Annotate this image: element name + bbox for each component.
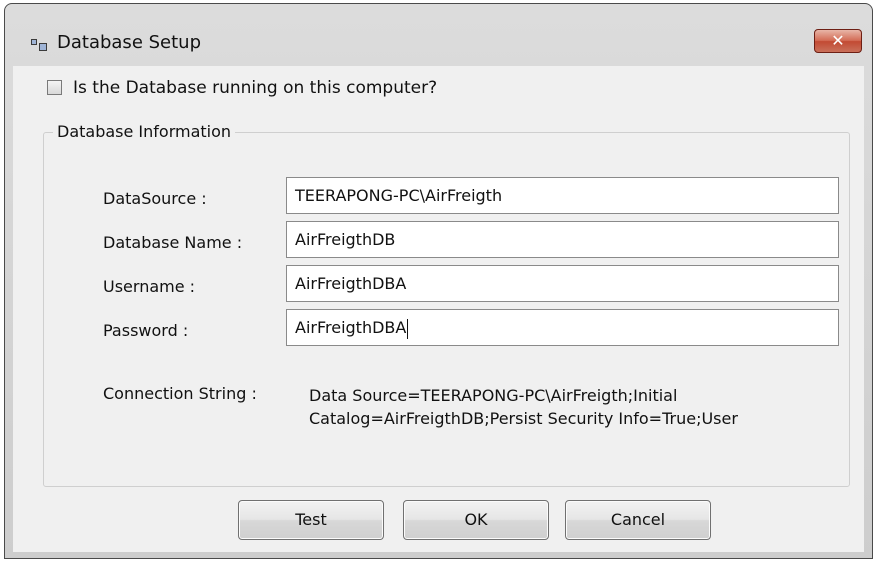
connection-string-label: Connection String :	[103, 384, 257, 403]
ok-button[interactable]: OK	[403, 500, 549, 540]
test-button[interactable]: Test	[238, 500, 384, 540]
database-name-field[interactable]: AirFreigthDB	[286, 221, 839, 258]
connection-string-value: Data Source=TEERAPONG-PC\AirFreigth;Init…	[309, 386, 738, 428]
password-label: Password :	[103, 321, 189, 340]
username-field[interactable]: AirFreigthDBA	[286, 265, 839, 302]
database-information-legend: Database Information	[53, 122, 236, 141]
datasource-field[interactable]: TEERAPONG-PC\AirFreigth	[286, 177, 839, 214]
password-field[interactable]: AirFreigthDBA	[286, 309, 839, 346]
username-label: Username :	[103, 277, 196, 296]
database-setup-icon	[31, 39, 47, 51]
text-caret	[407, 318, 409, 339]
title-bar[interactable]: Database Setup ✕	[5, 4, 872, 66]
checkbox-unchecked-icon[interactable]	[47, 80, 62, 95]
close-icon: ✕	[831, 31, 845, 50]
dialog-client-area: Is the Database running on this computer…	[13, 66, 864, 552]
local-database-checkbox-label[interactable]: Is the Database running on this computer…	[73, 78, 437, 98]
close-button[interactable]: ✕	[814, 29, 862, 53]
password-value: AirFreigthDBA	[295, 318, 407, 337]
datasource-label: DataSource :	[103, 189, 207, 208]
cancel-button[interactable]: Cancel	[565, 500, 711, 540]
window-title: Database Setup	[57, 32, 201, 53]
database-setup-window: Database Setup ✕ Is the Database running…	[4, 3, 873, 559]
database-name-label: Database Name :	[103, 233, 243, 252]
